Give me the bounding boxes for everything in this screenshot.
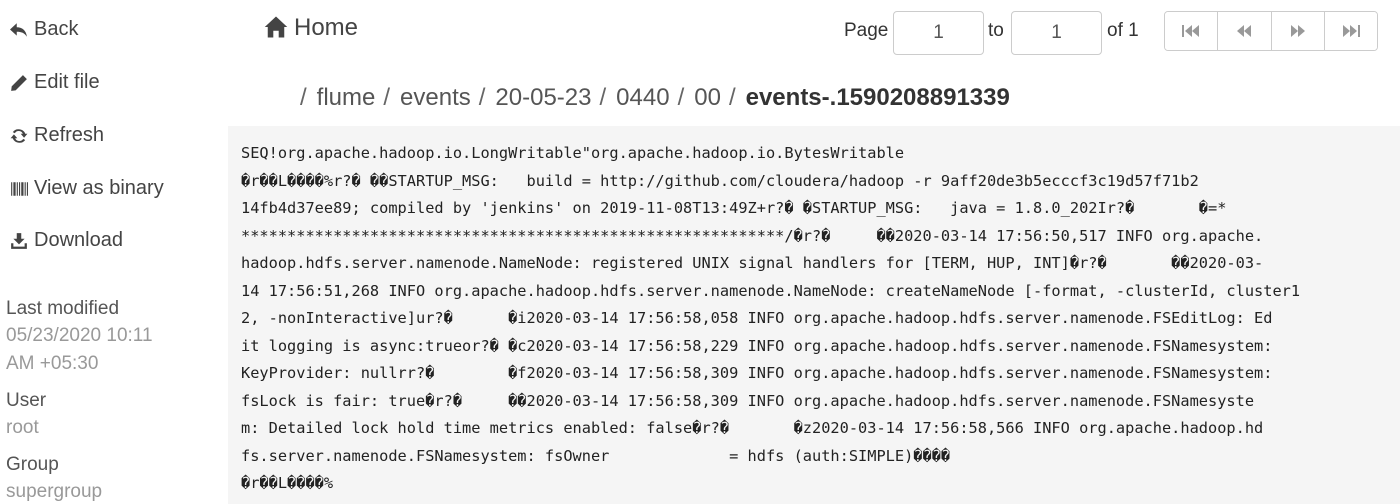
last-page-button[interactable] xyxy=(1325,12,1377,50)
file-content-line: fsLock is fair: true�r?� ��2020-03-14 … xyxy=(241,388,1388,416)
download-label: Download xyxy=(34,229,123,252)
home-icon xyxy=(264,15,290,41)
pencil-icon xyxy=(8,72,30,94)
reply-icon xyxy=(8,19,30,41)
file-content-line: 2, -nonInteractive]ur?� �i2020-03-14 1… xyxy=(241,305,1388,333)
file-content-line: �r��L����% xyxy=(241,470,1388,498)
page-count-label: of 1 xyxy=(1107,20,1139,42)
breadcrumb-separator: / xyxy=(678,84,685,112)
edit-file-label: Edit file xyxy=(34,71,100,94)
file-content: SEQ!org.apache.hadoop.io.LongWritable"o… xyxy=(228,126,1400,504)
page-to-input[interactable] xyxy=(1011,11,1102,55)
breadcrumb-separator: / xyxy=(600,84,607,112)
group-label: Group xyxy=(6,454,59,476)
back-button[interactable]: Back xyxy=(8,18,78,41)
breadcrumb-item-flume[interactable]: flume xyxy=(317,84,376,112)
download-icon xyxy=(8,230,30,252)
breadcrumb-separator: / xyxy=(479,84,486,112)
view-as-binary-label: View as binary xyxy=(34,177,164,200)
rewind-icon xyxy=(1234,24,1254,38)
breadcrumb: / flume / events / 20-05-23 / 0440 / 00 … xyxy=(300,84,1018,112)
file-content-line: fs.server.namenode.FSNamesystem: fsOwner… xyxy=(241,443,1388,471)
breadcrumb-separator: / xyxy=(300,84,307,112)
last-page-icon xyxy=(1341,24,1361,38)
to-label: to xyxy=(988,20,1004,42)
first-page-icon xyxy=(1181,24,1201,38)
file-content-line: it logging is async:trueor?� �c2020-03… xyxy=(241,333,1388,361)
page-label: Page xyxy=(844,20,888,42)
breadcrumb-item-events[interactable]: events xyxy=(400,84,471,112)
last-modified-value-line2: AM +05:30 xyxy=(6,350,98,378)
page-from-input[interactable] xyxy=(893,11,984,55)
refresh-button[interactable]: Refresh xyxy=(8,124,104,147)
sidebar: Back Edit file Refresh View as binary Do… xyxy=(0,0,228,504)
last-modified-value-line1: 05/23/2020 10:11 xyxy=(6,322,153,350)
last-modified-label: Last modified xyxy=(6,298,119,320)
group-value: supergroup xyxy=(6,478,102,504)
view-as-binary-button[interactable]: View as binary xyxy=(8,177,164,200)
breadcrumb-current-file: events-.1590208891339 xyxy=(746,84,1010,112)
breadcrumb-item-minute[interactable]: 00 xyxy=(694,84,721,112)
file-content-line: KeyProvider: nullrr?� �f2020-03-14 17:… xyxy=(241,360,1388,388)
file-content-line: 14fb4d37ee89; compiled by 'jenkins' on 2… xyxy=(241,195,1388,223)
refresh-label: Refresh xyxy=(34,124,104,147)
file-content-line: m: Detailed lock hold time metrics enabl… xyxy=(241,415,1388,443)
breadcrumb-item-date[interactable]: 20-05-23 xyxy=(495,84,591,112)
file-content-line: SEQ!org.apache.hadoop.io.LongWritable"o… xyxy=(241,140,1388,168)
next-page-button[interactable] xyxy=(1272,12,1325,50)
previous-page-button[interactable] xyxy=(1218,12,1271,50)
user-label: User xyxy=(6,390,46,412)
file-content-line: �r��L����%r?� ��STARTUP_MSG: build… xyxy=(241,168,1388,196)
barcode-icon xyxy=(8,178,30,200)
breadcrumb-separator: / xyxy=(729,84,736,112)
first-page-button[interactable] xyxy=(1165,12,1218,50)
edit-file-button[interactable]: Edit file xyxy=(8,71,100,94)
refresh-icon xyxy=(8,125,30,147)
file-content-line: hadoop.hdfs.server.namenode.NameNode: re… xyxy=(241,250,1388,278)
user-value: root xyxy=(6,414,39,442)
page-navigation xyxy=(1164,11,1378,51)
home-link[interactable]: Home xyxy=(264,14,358,42)
breadcrumb-item-hour[interactable]: 0440 xyxy=(616,84,669,112)
file-content-line: 14 17:56:51,268 INFO org.apache.hadoop.h… xyxy=(241,278,1388,306)
fast-forward-icon xyxy=(1288,24,1308,38)
download-button[interactable]: Download xyxy=(8,229,123,252)
breadcrumb-separator: / xyxy=(383,84,390,112)
file-content-line: ****************************************… xyxy=(241,223,1388,251)
home-label: Home xyxy=(294,14,358,42)
back-label: Back xyxy=(34,18,78,41)
